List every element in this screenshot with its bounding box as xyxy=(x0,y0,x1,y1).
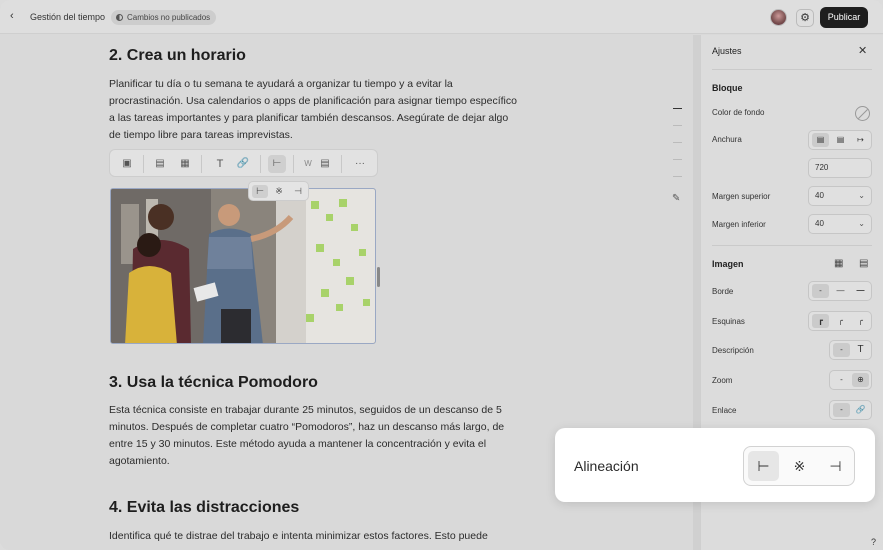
zoom-selector: - ⊕ xyxy=(829,370,872,390)
section-4-heading[interactable]: 4. Evita las distracciones xyxy=(109,499,299,517)
crop-icon[interactable]: ▦ xyxy=(176,155,194,173)
image-section-title: Imagen xyxy=(712,259,744,269)
corners-label: Esquinas xyxy=(712,317,745,326)
link-off-option[interactable]: - xyxy=(833,403,850,417)
outline-marker[interactable] xyxy=(673,142,682,143)
toolbar-divider xyxy=(201,155,202,173)
border-thick-icon[interactable]: — xyxy=(852,284,869,298)
section-3-heading[interactable]: 3. Usa la técnica Pomodoro xyxy=(109,374,318,392)
replace-image-icon[interactable]: ▣ xyxy=(118,155,136,173)
bg-color-label: Color de fondo xyxy=(712,108,765,117)
text-icon[interactable]: T xyxy=(211,155,229,173)
align-right-icon[interactable]: ⊣ xyxy=(820,451,851,481)
image-alignment-popover: ⊢ ※ ⊣ xyxy=(248,181,309,201)
frame-icon[interactable]: ▤ xyxy=(316,155,334,173)
outline-marker[interactable] xyxy=(673,176,682,177)
alignment-label: Alineación xyxy=(574,458,639,474)
add-image-icon[interactable]: ▤ xyxy=(151,155,169,173)
width-wide-icon[interactable]: ▤ xyxy=(832,133,849,147)
section-2-heading[interactable]: 2. Crea un horario xyxy=(109,47,246,65)
crop-icon[interactable]: ▦ xyxy=(834,258,843,269)
app-window: ‹ Gestión del tiempo Cambios no publicad… xyxy=(0,0,883,550)
margin-top-value: 40 xyxy=(815,191,824,200)
avatar[interactable] xyxy=(770,9,787,26)
toolbar-divider xyxy=(143,155,144,173)
resize-handle[interactable] xyxy=(377,267,380,287)
border-none-option[interactable]: - xyxy=(812,284,829,298)
description-selector: - T xyxy=(829,340,872,360)
panel-title: Ajustes xyxy=(712,46,742,56)
description-label: Descripción xyxy=(712,346,754,355)
align-right-icon[interactable]: ⊣ xyxy=(290,185,306,198)
outline-marker[interactable] xyxy=(673,108,682,109)
outline-marker[interactable] xyxy=(673,159,682,160)
margin-bottom-value: 40 xyxy=(815,219,824,228)
divider xyxy=(712,245,872,246)
border-thin-icon[interactable]: — xyxy=(832,284,849,298)
corner-small-radius-icon[interactable]: ╭ xyxy=(832,314,849,328)
link-label: Enlace xyxy=(712,406,737,415)
width-mode-selector: ▤ ▤ ↦ xyxy=(808,130,872,150)
margin-bottom-label: Margen inferior xyxy=(712,220,766,229)
status-badge: Cambios no publicados xyxy=(111,10,217,25)
block-toolbar: ▣ ▤ ▦ T 🔗 ⊢ W ▤ ··· xyxy=(109,149,378,177)
more-icon[interactable]: ··· xyxy=(351,155,369,173)
link-icon[interactable]: 🔗 xyxy=(234,155,252,173)
align-left-icon[interactable]: ⊢ xyxy=(268,155,286,173)
half-circle-icon xyxy=(116,14,123,21)
margin-bottom-select[interactable]: 40 ⌄ xyxy=(808,214,872,234)
align-center-icon[interactable]: ※ xyxy=(784,451,815,481)
border-selector: - — — xyxy=(808,281,872,301)
zoom-off-option[interactable]: - xyxy=(833,373,850,387)
section-4-paragraph[interactable]: Identifica qué te distrae del trabajo e … xyxy=(109,528,519,545)
corner-large-radius-icon[interactable]: ╭ xyxy=(852,314,869,328)
replace-image-icon[interactable]: ▤ xyxy=(859,258,868,269)
link-selector: - 🔗 xyxy=(829,400,872,420)
toolbar-divider xyxy=(341,155,342,173)
pencil-icon[interactable]: ✎ xyxy=(672,193,680,204)
publish-button[interactable]: Publicar xyxy=(820,7,868,28)
align-center-icon[interactable]: ※ xyxy=(271,185,287,198)
width-full-icon[interactable]: ▤ xyxy=(812,133,829,147)
no-color-swatch[interactable] xyxy=(855,106,870,121)
corners-selector: ┏ ╭ ╭ xyxy=(808,311,872,331)
align-left-icon[interactable]: ⊢ xyxy=(748,451,779,481)
align-left-icon[interactable]: ⊢ xyxy=(252,185,268,198)
section-3-paragraph[interactable]: Esta técnica consiste en trabajar durant… xyxy=(109,402,519,470)
border-label: Borde xyxy=(712,287,734,296)
alignment-callout: Alineación ⊢ ※ ⊣ xyxy=(555,428,875,502)
zoom-in-icon[interactable]: ⊕ xyxy=(852,373,869,387)
image-block[interactable] xyxy=(110,188,376,344)
text-icon[interactable]: T xyxy=(852,343,869,357)
toolbar-divider xyxy=(293,155,294,173)
link-icon[interactable]: 🔗 xyxy=(852,403,869,417)
close-icon[interactable]: ✕ xyxy=(858,44,867,57)
width-icon[interactable]: W xyxy=(299,155,317,173)
chevron-down-icon: ⌄ xyxy=(858,191,865,200)
block-section-title: Bloque xyxy=(712,83,743,93)
description-off-option[interactable]: - xyxy=(833,343,850,357)
document-title: Gestión del tiempo xyxy=(30,12,106,22)
section-2-paragraph[interactable]: Planificar tu día o tu semana te ayudará… xyxy=(109,76,519,144)
chevron-down-icon: ⌄ xyxy=(858,219,865,228)
toolbar-divider xyxy=(260,155,261,173)
top-bar: ‹ Gestión del tiempo Cambios no publicad… xyxy=(0,0,883,34)
margin-top-label: Margen superior xyxy=(712,192,771,201)
divider xyxy=(712,69,872,70)
corner-square-icon[interactable]: ┏ xyxy=(812,314,829,328)
width-label: Anchura xyxy=(712,135,742,144)
gear-icon[interactable]: ⚙ xyxy=(796,9,814,27)
office-photo xyxy=(111,189,375,343)
width-input[interactable]: 720 xyxy=(808,158,872,178)
zoom-label: Zoom xyxy=(712,376,733,385)
help-icon[interactable]: ? xyxy=(871,537,876,547)
status-badge-label: Cambios no publicados xyxy=(127,13,211,22)
chevron-left-icon[interactable]: ‹ xyxy=(10,10,14,22)
width-custom-icon[interactable]: ↦ xyxy=(852,133,869,147)
alignment-selector: ⊢ ※ ⊣ xyxy=(743,446,855,486)
outline-marker[interactable] xyxy=(673,125,682,126)
margin-top-select[interactable]: 40 ⌄ xyxy=(808,186,872,206)
